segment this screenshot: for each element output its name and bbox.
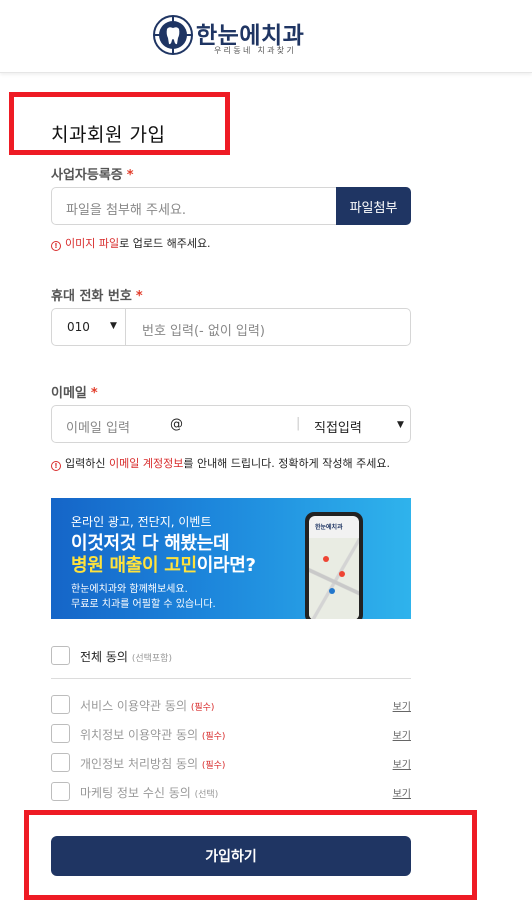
chevron-down-icon: ▼ xyxy=(397,420,404,430)
email-field: 이메일 입력 @ | 직접입력 ▼ xyxy=(51,405,411,443)
optional-tag: (선택) xyxy=(194,790,219,800)
email-label-text: 이메일 xyxy=(51,386,87,401)
page-title: 치과회원 가입 xyxy=(51,124,166,146)
phone-prefix-select[interactable]: 010 ▼ xyxy=(52,309,126,345)
banner-line-4: 한눈에치과와 함께해보세요. xyxy=(71,584,188,595)
hint-text: 를 안내해 드립니다. 정확하게 작성해 주세요. xyxy=(183,457,390,470)
agreement-row[interactable]: 개인정보 처리방침 동의 (필수) 보기 xyxy=(51,753,411,773)
required-mark: * xyxy=(126,168,134,183)
view-terms-link[interactable]: 보기 xyxy=(393,698,411,713)
agreement-text: 서비스 이용약관 동의 xyxy=(80,699,187,713)
required-mark: * xyxy=(90,386,98,401)
agreement-checkbox[interactable] xyxy=(51,724,70,743)
email-domain-select[interactable]: 직접입력 xyxy=(314,417,362,436)
agreement-text: 마케팅 정보 수신 동의 xyxy=(80,786,191,800)
email-id-input[interactable]: 이메일 입력 xyxy=(66,417,130,436)
agreement-label: 위치정보 이용약관 동의 (필수) xyxy=(80,726,225,743)
banner-line-3-rest: 이라면? xyxy=(196,555,256,576)
view-terms-link[interactable]: 보기 xyxy=(393,727,411,742)
map-pin-icon xyxy=(323,556,329,562)
phone-label-text: 휴대 전화 번호 xyxy=(51,289,132,304)
agreement-checkbox[interactable] xyxy=(51,782,70,801)
phone-label: 휴대 전화 번호 * xyxy=(51,285,143,304)
signup-submit-button[interactable]: 가입하기 xyxy=(51,836,411,876)
map-image xyxy=(309,538,359,619)
agreement-label: 서비스 이용약관 동의 (필수) xyxy=(80,697,214,714)
business-license-placeholder: 파일을 첨부해 주세요. xyxy=(66,203,187,218)
business-license-hint: ! 이미지 파일로 업로드 해주세요. xyxy=(51,235,211,251)
banner-line-5: 무료로 치과를 어필할 수 있습니다. xyxy=(71,599,216,610)
banner-line-1: 온라인 광고, 전단지, 이벤트 xyxy=(71,515,212,529)
banner-line-3: 병원 매출이 고민이라면? xyxy=(71,551,256,577)
agreement-row[interactable]: 서비스 이용약관 동의 (필수) 보기 xyxy=(51,695,411,715)
agree-all-text: 전체 동의 xyxy=(80,650,128,664)
required-tag: (필수) xyxy=(201,732,226,742)
chevron-down-icon: ▼ xyxy=(110,321,117,331)
brand-logo[interactable]: 한눈에치과 우리동네 치과찾기 xyxy=(152,12,312,58)
required-mark: * xyxy=(135,289,143,304)
phone-number-input[interactable]: 번호 입력(- 없이 입력) xyxy=(142,320,265,339)
agree-all-label: 전체 동의 (선택포함) xyxy=(80,648,172,665)
agreement-row[interactable]: 마케팅 정보 수신 동의 (선택) 보기 xyxy=(51,782,411,802)
email-label: 이메일 * xyxy=(51,382,98,401)
agreement-label: 개인정보 처리방침 동의 (필수) xyxy=(80,755,225,772)
agree-all-row[interactable]: 전체 동의 (선택포함) xyxy=(51,646,411,666)
hint-text: 입력하신 xyxy=(65,457,109,470)
brand-tagline: 우리동네 치과찾기 xyxy=(214,46,297,55)
agreement-checkbox[interactable] xyxy=(51,695,70,714)
email-separator: | xyxy=(296,416,301,431)
email-hint: ! 입력하신 이메일 계정정보를 안내해 드립니다. 정확하게 작성해 주세요. xyxy=(51,455,390,471)
agreement-text: 개인정보 처리방침 동의 xyxy=(80,757,199,771)
map-pin-icon xyxy=(329,588,335,594)
phone-mockup-logo: 한눈에치과 xyxy=(315,524,343,531)
tooth-logo-icon xyxy=(153,15,193,55)
hint-highlight: 이미지 파일 xyxy=(65,237,120,250)
business-license-label: 사업자등록증 * xyxy=(51,164,134,183)
agreement-row[interactable]: 위치정보 이용약관 동의 (필수) 보기 xyxy=(51,724,411,744)
email-at-sign: @ xyxy=(170,417,183,432)
divider xyxy=(51,678,411,679)
required-tag: (필수) xyxy=(201,761,226,771)
view-terms-link[interactable]: 보기 xyxy=(393,756,411,771)
agreement-checkbox[interactable] xyxy=(51,753,70,772)
phone-field: 010 ▼ 번호 입력(- 없이 입력) xyxy=(51,308,411,346)
hint-highlight: 이메일 계정정보 xyxy=(108,457,184,470)
agreement-text: 위치정보 이용약관 동의 xyxy=(80,728,199,742)
agree-all-checkbox[interactable] xyxy=(51,646,70,665)
promo-banner[interactable]: 온라인 광고, 전단지, 이벤트 이것저것 다 해봤는데 병원 매출이 고민이라… xyxy=(51,498,411,619)
required-tag: (필수) xyxy=(190,703,215,713)
business-license-field[interactable]: 파일을 첨부해 주세요. 파일첨부 xyxy=(51,187,411,225)
map-pin-icon xyxy=(339,571,345,577)
attach-file-button[interactable]: 파일첨부 xyxy=(336,187,411,225)
agree-all-note: (선택포함) xyxy=(131,654,172,664)
warning-icon: ! xyxy=(51,241,61,251)
app-header: 한눈에치과 우리동네 치과찾기 xyxy=(0,0,532,73)
business-license-label-text: 사업자등록증 xyxy=(51,168,123,183)
banner-highlight: 병원 매출이 고민 xyxy=(71,555,197,576)
phone-mockup-image: 한눈에치과 xyxy=(305,512,363,619)
warning-icon: ! xyxy=(51,461,61,471)
hint-text: 로 업로드 해주세요. xyxy=(119,237,211,250)
view-terms-link[interactable]: 보기 xyxy=(393,785,411,800)
phone-prefix-value: 010 xyxy=(67,320,90,334)
agreement-label: 마케팅 정보 수신 동의 (선택) xyxy=(80,784,218,801)
